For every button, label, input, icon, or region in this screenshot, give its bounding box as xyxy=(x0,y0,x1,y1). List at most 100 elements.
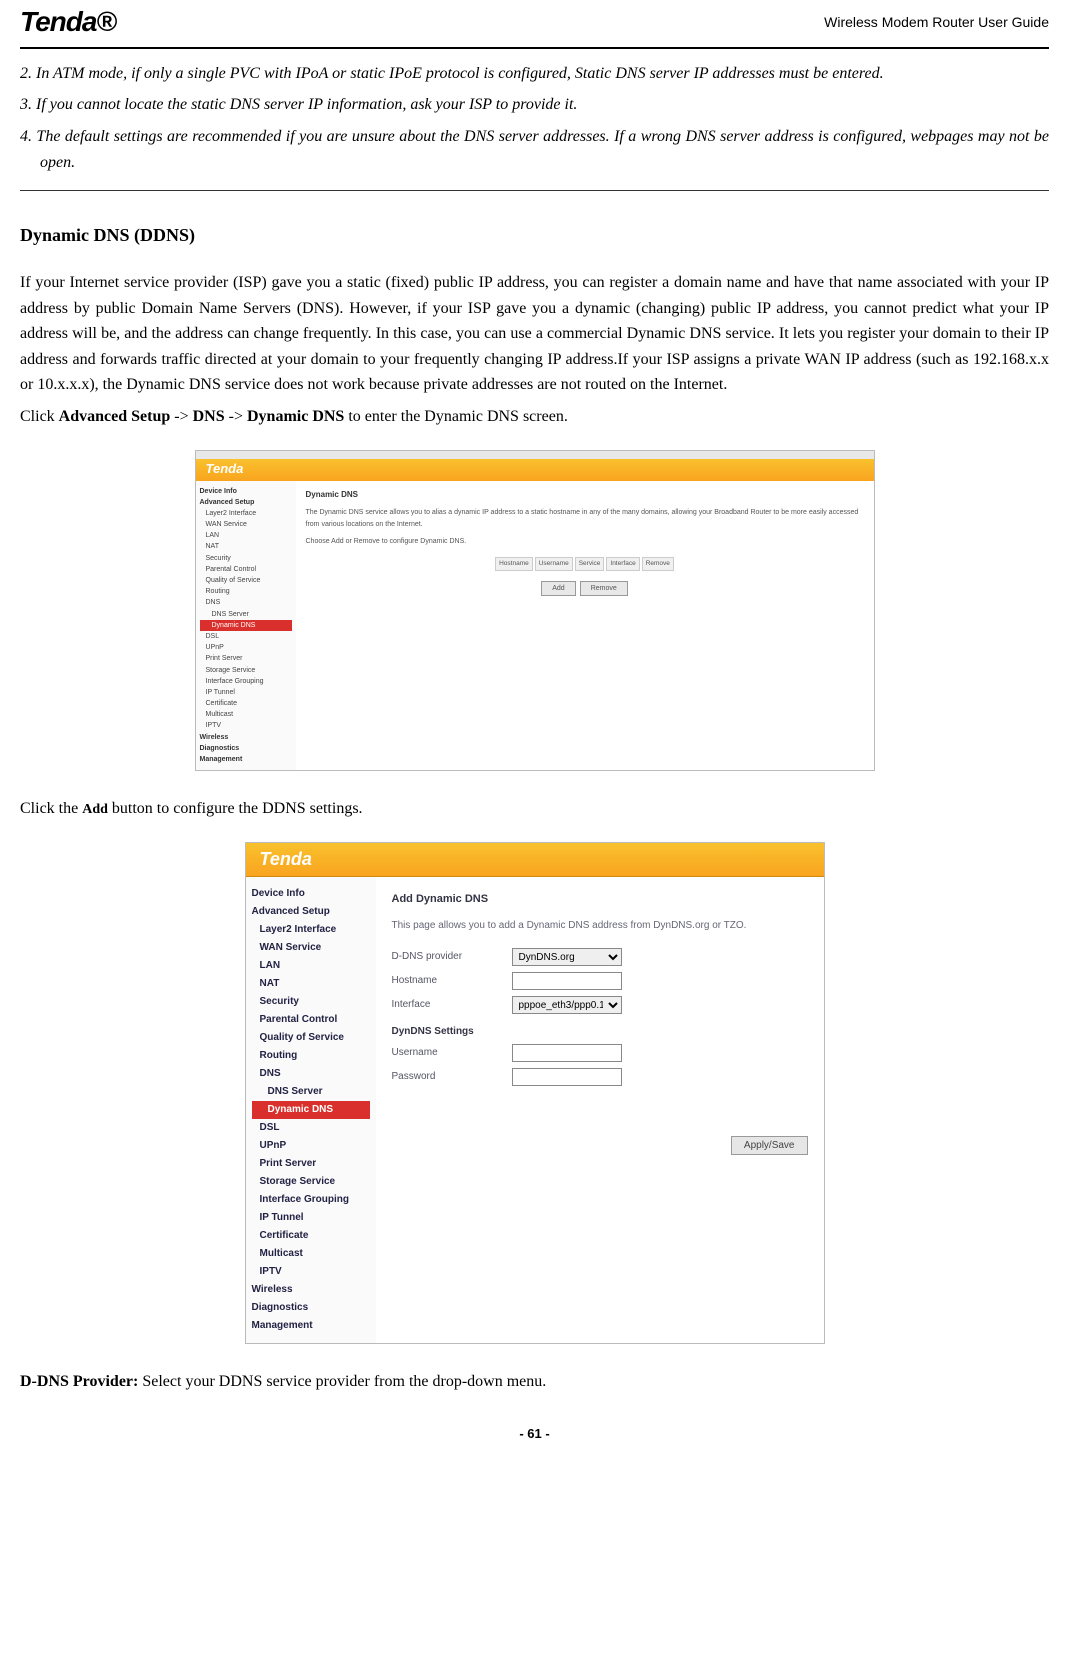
ss2-row-provider: D-DNS provider DynDNS.org xyxy=(392,948,808,966)
ss2-nav-advanced-setup[interactable]: Advanced Setup xyxy=(252,903,370,921)
ss2-nav-parental[interactable]: Parental Control xyxy=(252,1011,370,1029)
ss1-main: Dynamic DNS The Dynamic DNS service allo… xyxy=(296,481,874,771)
ss1-nav-security[interactable]: Security xyxy=(200,553,292,564)
ss2-input-hostname[interactable] xyxy=(512,972,622,990)
section-heading-ddns: Dynamic DNS (DDNS) xyxy=(20,221,1049,250)
nav-text-pre: Click xyxy=(20,408,59,425)
ss2-apply-row: Apply/Save xyxy=(392,1136,808,1155)
ss1-nav-dynamic-dns[interactable]: Dynamic DNS xyxy=(200,620,292,631)
ss2-nav-print[interactable]: Print Server xyxy=(252,1155,370,1173)
ss1-col-username: Username xyxy=(535,557,573,571)
screenshot-ddns-add: Tenda Device Info Advanced Setup Layer2 … xyxy=(245,842,825,1344)
ss2-nav-security[interactable]: Security xyxy=(252,993,370,1011)
ss2-nav-layer2[interactable]: Layer2 Interface xyxy=(252,921,370,939)
page-number: - 61 - xyxy=(20,1424,1049,1455)
ss1-nav-dns[interactable]: DNS xyxy=(200,597,292,608)
ss1-remove-button[interactable]: Remove xyxy=(580,581,628,596)
ss2-nav-dsl[interactable]: DSL xyxy=(252,1119,370,1137)
ss2-nav-mgmt[interactable]: Management xyxy=(252,1317,370,1335)
ddns-paragraph-add: Click the Add button to configure the DD… xyxy=(20,796,1049,822)
ss2-nav-dynamic-dns[interactable]: Dynamic DNS xyxy=(252,1101,370,1119)
ss2-select-interface[interactable]: pppoe_eth3/ppp0.1 xyxy=(512,996,622,1014)
ss2-nav-diag[interactable]: Diagnostics xyxy=(252,1299,370,1317)
ss1-nav-device-info[interactable]: Device Info xyxy=(200,486,292,497)
ss2-sidebar: Device Info Advanced Setup Layer2 Interf… xyxy=(246,877,376,1343)
ss1-desc-2: Choose Add or Remove to configure Dynami… xyxy=(306,536,864,547)
ss1-nav-nat[interactable]: NAT xyxy=(200,541,292,552)
screenshot-ddns-list: Tenda Device Info Advanced Setup Layer2 … xyxy=(195,450,875,772)
ss2-desc: This page allows you to add a Dynamic DN… xyxy=(392,918,808,934)
ss2-nav-storage[interactable]: Storage Service xyxy=(252,1173,370,1191)
ss2-label-hostname: Hostname xyxy=(392,973,512,989)
nav-sep-2: -> xyxy=(225,408,247,425)
ss1-nav-iptunnel[interactable]: IP Tunnel xyxy=(200,687,292,698)
ss1-nav-ifgroup[interactable]: Interface Grouping xyxy=(200,676,292,687)
ss1-body: Device Info Advanced Setup Layer2 Interf… xyxy=(196,481,874,771)
ss1-topbar xyxy=(196,451,874,459)
ss1-nav-diag[interactable]: Diagnostics xyxy=(200,743,292,754)
ddns-provider-label: D-DNS Provider: xyxy=(20,1373,138,1390)
ss2-input-username[interactable] xyxy=(512,1044,622,1062)
ss1-tenda-logo: Tenda xyxy=(206,459,244,480)
ss2-nav-qos[interactable]: Quality of Service xyxy=(252,1029,370,1047)
ss2-nav-wan[interactable]: WAN Service xyxy=(252,939,370,957)
ss2-nav-multicast[interactable]: Multicast xyxy=(252,1245,370,1263)
ss1-nav-parental[interactable]: Parental Control xyxy=(200,564,292,575)
ss2-apply-save-button[interactable]: Apply/Save xyxy=(731,1136,808,1155)
ss1-nav-multicast[interactable]: Multicast xyxy=(200,709,292,720)
nav-advanced-setup: Advanced Setup xyxy=(59,408,171,425)
section-divider xyxy=(20,190,1049,191)
ss2-nav-iptunnel[interactable]: IP Tunnel xyxy=(252,1209,370,1227)
ss2-nav-lan[interactable]: LAN xyxy=(252,957,370,975)
ss1-nav-qos[interactable]: Quality of Service xyxy=(200,575,292,586)
ss2-page-title: Add Dynamic DNS xyxy=(392,891,808,909)
ss2-label-username: Username xyxy=(392,1045,512,1061)
ss1-col-interface: Interface xyxy=(606,557,639,571)
ss1-button-row: Add Remove xyxy=(306,581,864,596)
ss1-nav-storage[interactable]: Storage Service xyxy=(200,665,292,676)
add-text-post: button to configure the DDNS settings. xyxy=(108,800,363,817)
ss1-add-button[interactable]: Add xyxy=(541,581,575,596)
ss2-label-password: Password xyxy=(392,1069,512,1085)
ss2-select-provider[interactable]: DynDNS.org xyxy=(512,948,622,966)
ss2-nav-iptv[interactable]: IPTV xyxy=(252,1263,370,1281)
ss1-sidebar: Device Info Advanced Setup Layer2 Interf… xyxy=(196,481,296,771)
ss1-nav-advanced-setup[interactable]: Advanced Setup xyxy=(200,497,292,508)
ss2-nav-routing[interactable]: Routing xyxy=(252,1047,370,1065)
ss2-nav-upnp[interactable]: UPnP xyxy=(252,1137,370,1155)
ss2-nav-wireless[interactable]: Wireless xyxy=(252,1281,370,1299)
ss2-row-username: Username xyxy=(392,1044,808,1062)
ss1-nav-cert[interactable]: Certificate xyxy=(200,698,292,709)
ss2-body: Device Info Advanced Setup Layer2 Interf… xyxy=(246,877,824,1343)
ss1-nav-dns-server[interactable]: DNS Server xyxy=(200,609,292,620)
ss1-nav-wireless[interactable]: Wireless xyxy=(200,732,292,743)
ss2-nav-ifgroup[interactable]: Interface Grouping xyxy=(252,1191,370,1209)
ss1-nav-upnp[interactable]: UPnP xyxy=(200,642,292,653)
ss1-nav-print[interactable]: Print Server xyxy=(200,653,292,664)
ss2-row-password: Password xyxy=(392,1068,808,1086)
ss2-main: Add Dynamic DNS This page allows you to … xyxy=(376,877,824,1343)
ss1-col-hostname: Hostname xyxy=(495,557,533,571)
ss1-nav-lan[interactable]: LAN xyxy=(200,530,292,541)
header-title: Wireless Modem Router User Guide xyxy=(824,11,1049,33)
ss2-nav-device-info[interactable]: Device Info xyxy=(252,885,370,903)
nav-dns: DNS xyxy=(193,408,225,425)
ss1-nav-layer2[interactable]: Layer2 Interface xyxy=(200,508,292,519)
ss1-col-service: Service xyxy=(575,557,605,571)
ss2-nav-dns-server[interactable]: DNS Server xyxy=(252,1083,370,1101)
ss2-input-password[interactable] xyxy=(512,1068,622,1086)
ss1-nav-mgmt[interactable]: Management xyxy=(200,754,292,765)
ss2-row-hostname: Hostname xyxy=(392,972,808,990)
ss2-nav-dns[interactable]: DNS xyxy=(252,1065,370,1083)
ss2-nav-cert[interactable]: Certificate xyxy=(252,1227,370,1245)
ss2-brandbar: Tenda xyxy=(246,843,824,877)
ss1-nav-dsl[interactable]: DSL xyxy=(200,631,292,642)
nav-text-post: to enter the Dynamic DNS screen. xyxy=(344,408,567,425)
ss1-nav-routing[interactable]: Routing xyxy=(200,586,292,597)
ss1-table-header: Hostname Username Service Interface Remo… xyxy=(306,557,864,571)
ss1-nav-iptv[interactable]: IPTV xyxy=(200,720,292,731)
nav-sep-1: -> xyxy=(170,408,192,425)
ss2-nav-nat[interactable]: NAT xyxy=(252,975,370,993)
ss2-label-interface: Interface xyxy=(392,997,512,1013)
ss1-nav-wan[interactable]: WAN Service xyxy=(200,519,292,530)
